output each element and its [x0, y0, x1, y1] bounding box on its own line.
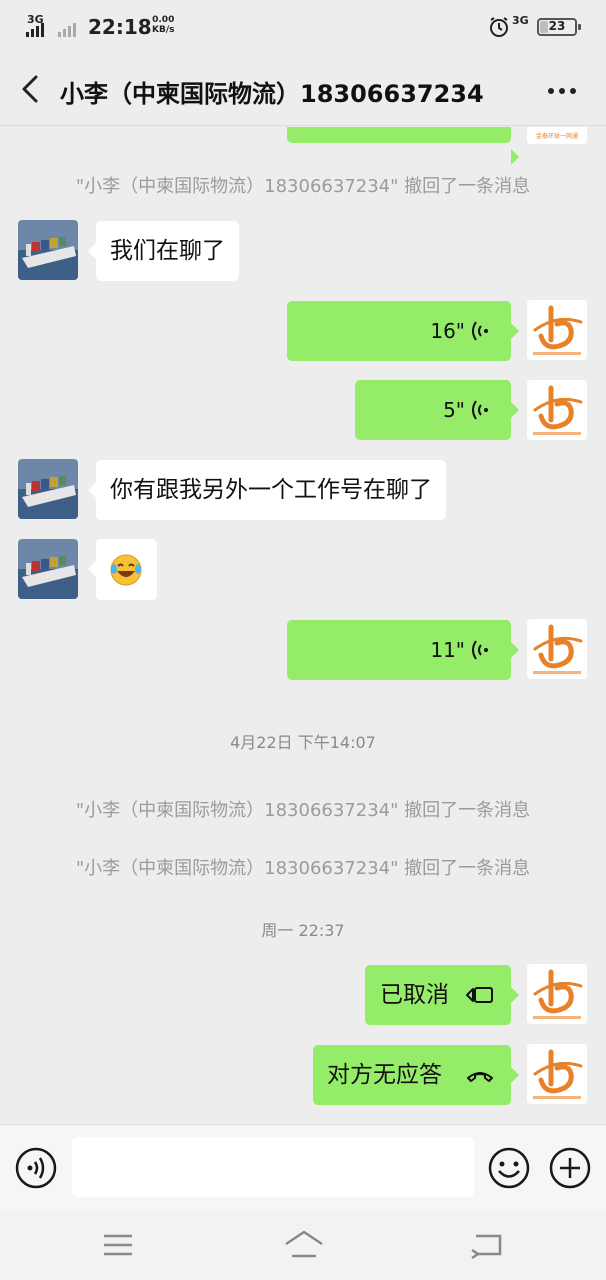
cargo-ship-icon: [18, 539, 78, 599]
contact-avatar[interactable]: [18, 539, 78, 599]
emoji-icon[interactable]: [487, 1146, 531, 1190]
battery-label: 23: [548, 19, 566, 33]
call-status-label: 已取消: [380, 982, 449, 1008]
back-arrow-icon[interactable]: [14, 72, 48, 106]
clock: 22:18: [88, 15, 152, 39]
my-avatar[interactable]: [527, 619, 587, 679]
voice-duration: 16": [430, 319, 465, 343]
network-speed: 0.00 KB/s: [152, 15, 174, 35]
home-icon[interactable]: [282, 1226, 326, 1262]
chat-header: 小李（中柬国际物流）18306637234: [0, 52, 606, 126]
voice-duration: 11": [430, 638, 465, 662]
battery-icon: 23: [537, 18, 581, 36]
hangup-phone-icon: [467, 1072, 493, 1082]
timestamp: 周一 22:37: [261, 921, 345, 940]
voice-wave-icon: [472, 640, 488, 660]
speed-value: 0.00: [152, 15, 175, 25]
call-record-message[interactable]: 对方无应答: [313, 1045, 519, 1105]
partial-outgoing-bubble[interactable]: [287, 127, 519, 165]
cargo-ship-icon: [18, 459, 78, 519]
recall-notice: "小李（中柬国际物流）18306637234" 撤回了一条消息: [75, 176, 531, 197]
network-label-2: 3G: [512, 14, 529, 27]
timestamp: 4月22日 下午14:07: [230, 733, 376, 752]
company-logo-icon: [527, 964, 587, 1024]
menu-icon[interactable]: [100, 1230, 136, 1260]
voice-wave-icon: [472, 321, 488, 341]
plus-icon[interactable]: [548, 1146, 592, 1190]
contact-avatar[interactable]: [18, 220, 78, 280]
laugh-cry-emoji-icon: [110, 554, 142, 586]
company-logo-icon: [527, 619, 587, 679]
svg-text:金泰环球一网通: 金泰环球一网通: [536, 132, 578, 140]
speed-unit: KB/s: [152, 25, 175, 35]
voice-wave-icon: [472, 400, 488, 420]
recall-notice: "小李（中柬国际物流）18306637234" 撤回了一条消息: [75, 800, 531, 821]
company-logo-icon: [527, 380, 587, 440]
recall-notice: "小李（中柬国际物流）18306637234" 撤回了一条消息: [75, 858, 531, 879]
chat-title: 小李（中柬国际物流）18306637234: [60, 80, 484, 108]
my-avatar-partial[interactable]: 金泰环球一网通: [527, 127, 587, 144]
voice-duration: 5": [443, 398, 465, 422]
message-input[interactable]: [72, 1137, 474, 1197]
alarm-icon: [490, 17, 508, 37]
my-avatar[interactable]: [527, 1044, 587, 1104]
company-logo-icon: [527, 1044, 587, 1104]
my-avatar[interactable]: [527, 964, 587, 1024]
status-bar: 3G 22:18 0.00 KB/s 3G 23: [0, 0, 606, 52]
network-label: 3G: [27, 13, 44, 26]
incoming-emoji-message[interactable]: [88, 539, 157, 600]
call-record-message[interactable]: 已取消: [365, 965, 519, 1025]
call-status-label: 对方无应答: [327, 1062, 442, 1088]
contact-avatar[interactable]: [18, 459, 78, 519]
more-options-icon[interactable]: [544, 76, 580, 106]
video-call-icon: [466, 987, 493, 1003]
voice-message[interactable]: 11": [287, 620, 519, 680]
voice-input-icon[interactable]: [14, 1146, 58, 1190]
back-icon[interactable]: [468, 1228, 506, 1260]
company-logo-icon: [527, 300, 587, 360]
my-avatar[interactable]: [527, 380, 587, 440]
voice-message[interactable]: 16": [287, 301, 519, 361]
system-nav-bar: [0, 1210, 606, 1280]
input-bar: [0, 1124, 606, 1210]
incoming-message[interactable]: 我们在聊了: [88, 221, 239, 281]
voice-message[interactable]: 5": [355, 380, 519, 440]
incoming-message[interactable]: 你有跟我另外一个工作号在聊了: [88, 460, 446, 520]
my-avatar[interactable]: [527, 300, 587, 360]
